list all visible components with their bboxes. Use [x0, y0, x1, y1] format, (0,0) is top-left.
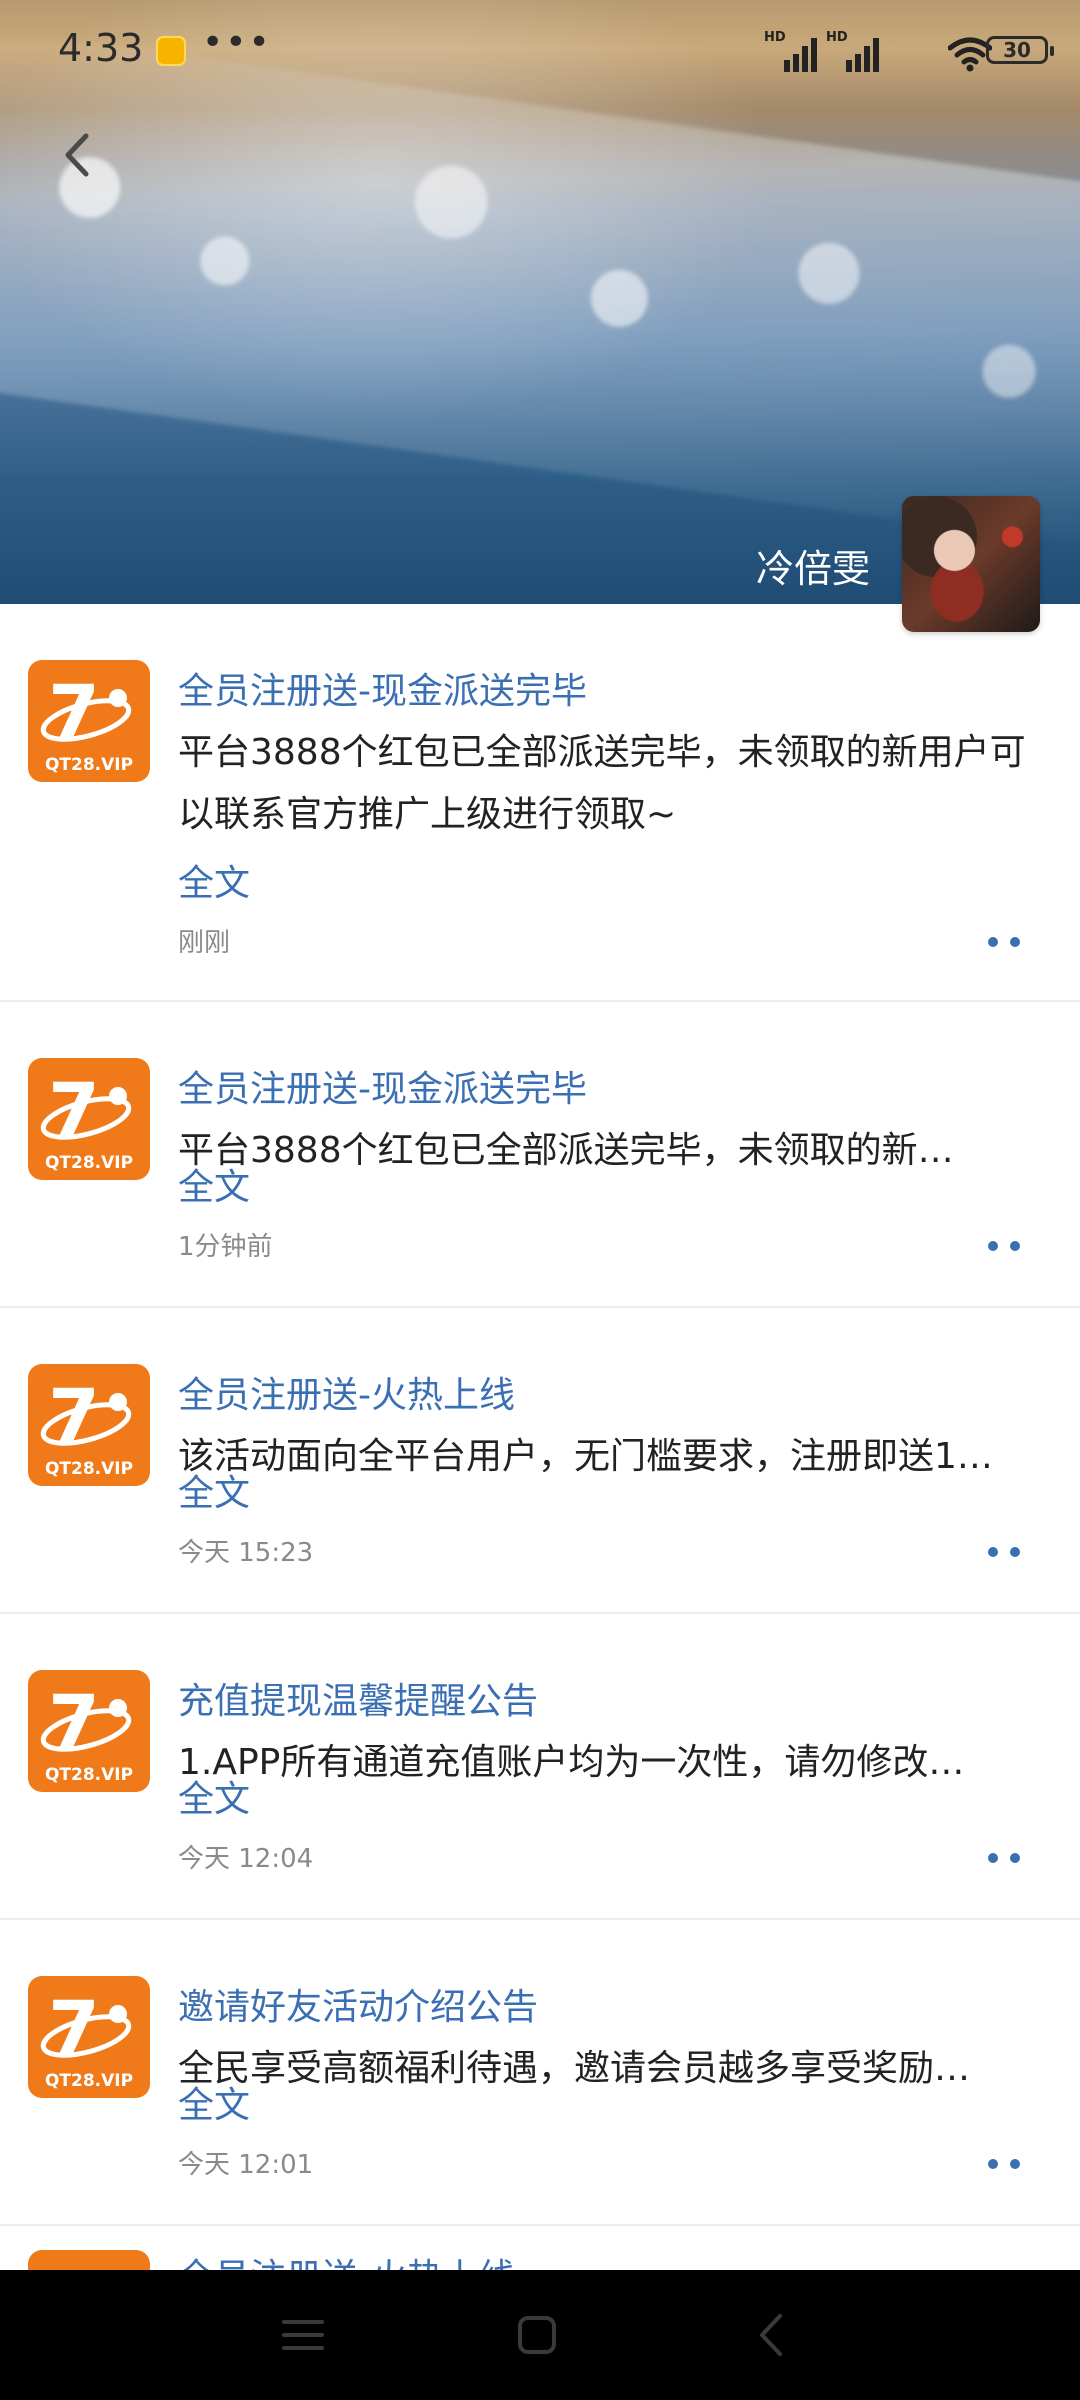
post-time: 今天 12:01: [178, 2150, 314, 2180]
menu-icon[interactable]: [268, 2300, 338, 2370]
full-text-link[interactable]: 全文: [178, 854, 250, 906]
svg-text:7: 7: [48, 670, 100, 756]
profile-name[interactable]: 冷倍雯: [756, 538, 870, 593]
post-body: 平台3888个红包已全部派送完毕，未领取的新用户可以联系官方推广上级进行领取~: [178, 732, 1026, 835]
back-arrow-icon[interactable]: [58, 130, 98, 180]
post-body: 该活动面向全平台用户，无门槛要求，注册即送1…: [178, 1436, 993, 1477]
post-title[interactable]: 全员注册送-现金派送完毕: [178, 662, 587, 714]
post-title[interactable]: 全员注册送-现金派送完毕: [178, 1060, 587, 1112]
notification-more-icon: •••: [202, 22, 272, 63]
qt28-logo-icon: 7 QT28.VIP: [28, 660, 150, 782]
svg-text:7: 7: [48, 1986, 100, 2072]
post-title[interactable]: 全员注册送-火热上线: [178, 1366, 515, 1418]
post-body: 全民享受高额福利待遇，邀请会员越多享受奖励…: [178, 2048, 971, 2089]
hd-label: HD: [764, 30, 786, 45]
post-time: 1分钟前: [178, 1232, 273, 1262]
feed-item[interactable]: 7 QT28.VIP 邀请好友活动介绍公告 全民享受高额福利待遇，邀请会员越多享…: [0, 1920, 1080, 2226]
full-text-link[interactable]: 全文: [178, 1158, 250, 1210]
svg-text:7: 7: [48, 1680, 100, 1766]
full-text-link[interactable]: 全文: [178, 1770, 250, 1822]
cell-signal-icon-2: HD: [826, 30, 886, 72]
svg-text:QT28.VIP: QT28.VIP: [45, 2071, 133, 2091]
full-text-link[interactable]: 全文: [178, 2076, 250, 2128]
status-icons: HD HD 30: [764, 30, 1054, 76]
back-icon[interactable]: [736, 2300, 806, 2370]
post-time: 今天 15:23: [178, 1538, 314, 1568]
status-time: 4:33: [58, 26, 144, 70]
post-time: 刚刚: [178, 928, 231, 958]
feed-item[interactable]: 7 QT28.VIP 全员注册送-现金派送完毕 平台3888个红包已全部派送完毕…: [0, 1002, 1080, 1308]
more-options-icon[interactable]: [988, 2156, 1028, 2172]
qt28-logo-icon: 7 QT28.VIP: [28, 1364, 150, 1486]
notification-app-icon: [156, 36, 186, 66]
svg-text:QT28.VIP: QT28.VIP: [45, 1459, 133, 1479]
full-text-link[interactable]: 全文: [178, 1464, 250, 1516]
svg-text:7: 7: [48, 1068, 100, 1154]
post-time: 今天 12:04: [178, 1844, 314, 1874]
cover-wave-image: [0, 28, 1080, 552]
qt28-logo-icon: 7 QT28.VIP: [28, 1058, 150, 1180]
post-title[interactable]: 充值提现温馨提醒公告: [178, 1672, 538, 1724]
feed-item[interactable]: 7 QT28.VIP 全员注册送-现金派送完毕 平台3888个红包已全部派送完毕…: [0, 604, 1080, 1002]
post-body: 平台3888个红包已全部派送完毕，未领取的新…: [178, 1130, 954, 1171]
feed-item[interactable]: 7 QT28.VIP 充值提现温馨提醒公告 1.APP所有通道充值账户均为一次性…: [0, 1614, 1080, 1920]
qt28-logo-icon: 7 QT28.VIP: [28, 1670, 150, 1792]
cell-signal-icon: HD: [764, 30, 817, 72]
post-body: 1.APP所有通道充值账户均为一次性，请勿修改…: [178, 1742, 965, 1783]
system-navigation-bar: [0, 2270, 1080, 2400]
svg-text:7: 7: [48, 1374, 100, 1460]
more-options-icon[interactable]: [988, 1238, 1028, 1254]
more-options-icon[interactable]: [988, 934, 1028, 950]
home-icon[interactable]: [502, 2300, 572, 2370]
post-title[interactable]: 邀请好友活动介绍公告: [178, 1978, 538, 2030]
more-options-icon[interactable]: [988, 1544, 1028, 1560]
qt28-logo-icon: 7 QT28.VIP: [28, 1976, 150, 2098]
feed-item[interactable]: 7 QT28.VIP 全员注册送-火热上线 该活动面向全平台用户，无门槛要求，注…: [0, 1308, 1080, 1614]
announcement-feed: 7 QT28.VIP 全员注册送-现金派送完毕 平台3888个红包已全部派送完毕…: [0, 604, 1080, 2288]
more-options-icon[interactable]: [988, 1850, 1028, 1866]
svg-text:QT28.VIP: QT28.VIP: [45, 1153, 133, 1173]
hd-label-2: HD: [826, 30, 848, 45]
svg-text:QT28.VIP: QT28.VIP: [45, 1765, 133, 1785]
svg-text:QT28.VIP: QT28.VIP: [45, 755, 133, 775]
status-bar: 4:33 ••• HD HD 30: [0, 0, 1080, 100]
battery-icon: 30: [986, 36, 1054, 64]
